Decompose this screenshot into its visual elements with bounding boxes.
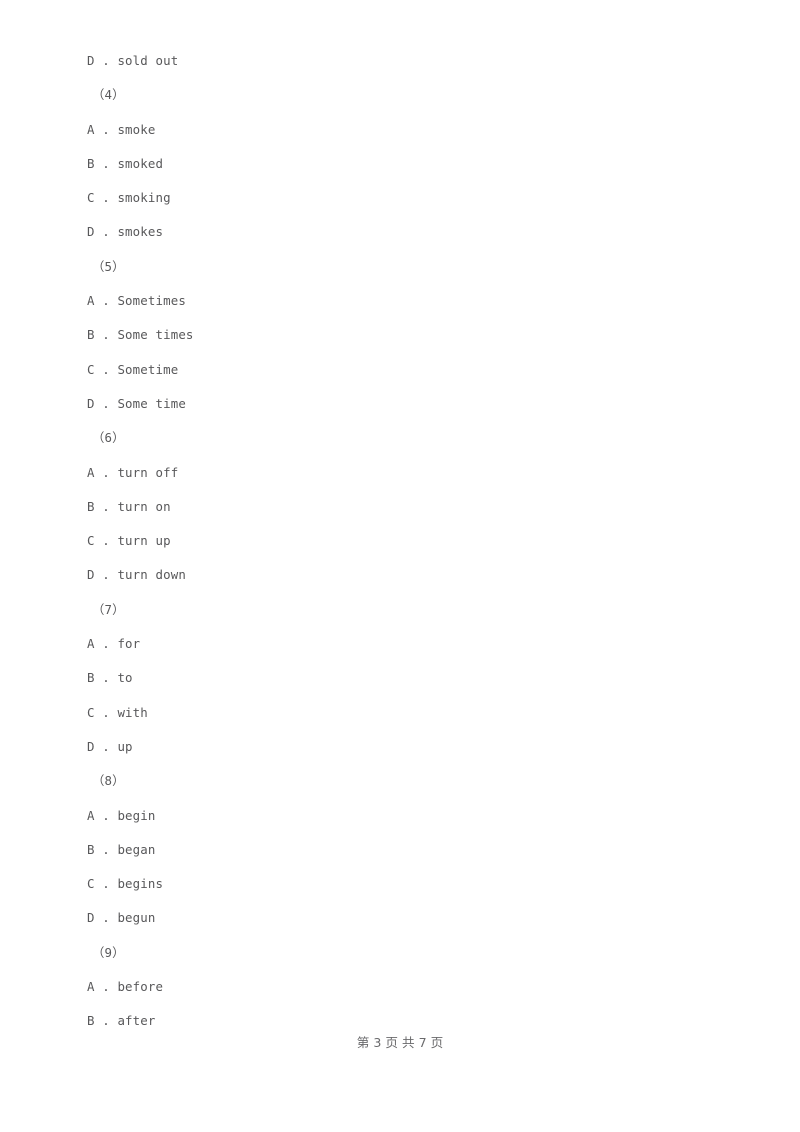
answer-option: D . turn down [87, 567, 186, 583]
question-list: D . sold out （4） A . smoke B . smoked C . sm… [87, 50, 707, 1045]
answer-option: B . smoked [87, 155, 164, 171]
answer-option: A . begin [87, 807, 156, 823]
question-number: （9） [92, 944, 125, 960]
answer-option: D . up [87, 738, 133, 754]
answer-option: C . smoking [87, 190, 171, 206]
answer-option: D . sold out [87, 53, 179, 68]
page-footer: 第 3 页 共 7 页 [356, 1035, 444, 1050]
question-number: （4） [92, 87, 125, 103]
question-number: （7） [92, 601, 125, 617]
answer-option: A . turn off [87, 464, 179, 480]
answer-option: C . turn up [87, 533, 171, 549]
answer-option: B . to [87, 670, 133, 686]
answer-option: A . Sometimes [87, 293, 186, 309]
answer-option: C . begins [87, 876, 164, 892]
answer-option: C . Sometime [87, 361, 179, 377]
answer-option: B . turn on [87, 498, 171, 514]
document-page: D . sold out （4） A . smoke B . smoked C . sm… [0, 0, 800, 1132]
question-number: （6） [92, 430, 125, 446]
answer-option: A . smoke [87, 121, 156, 137]
question-number: （5） [92, 258, 125, 274]
answer-option: B . began [87, 841, 156, 857]
answer-option: C . with [87, 704, 148, 720]
answer-option: A . for [87, 636, 141, 652]
answer-option: B . Some times [87, 327, 194, 343]
answer-option: D . begun [87, 910, 156, 926]
answer-option: A . before [87, 979, 164, 995]
answer-option: D . smokes [87, 224, 164, 240]
question-number: （8） [92, 773, 125, 789]
answer-option: D . Some time [87, 395, 186, 411]
